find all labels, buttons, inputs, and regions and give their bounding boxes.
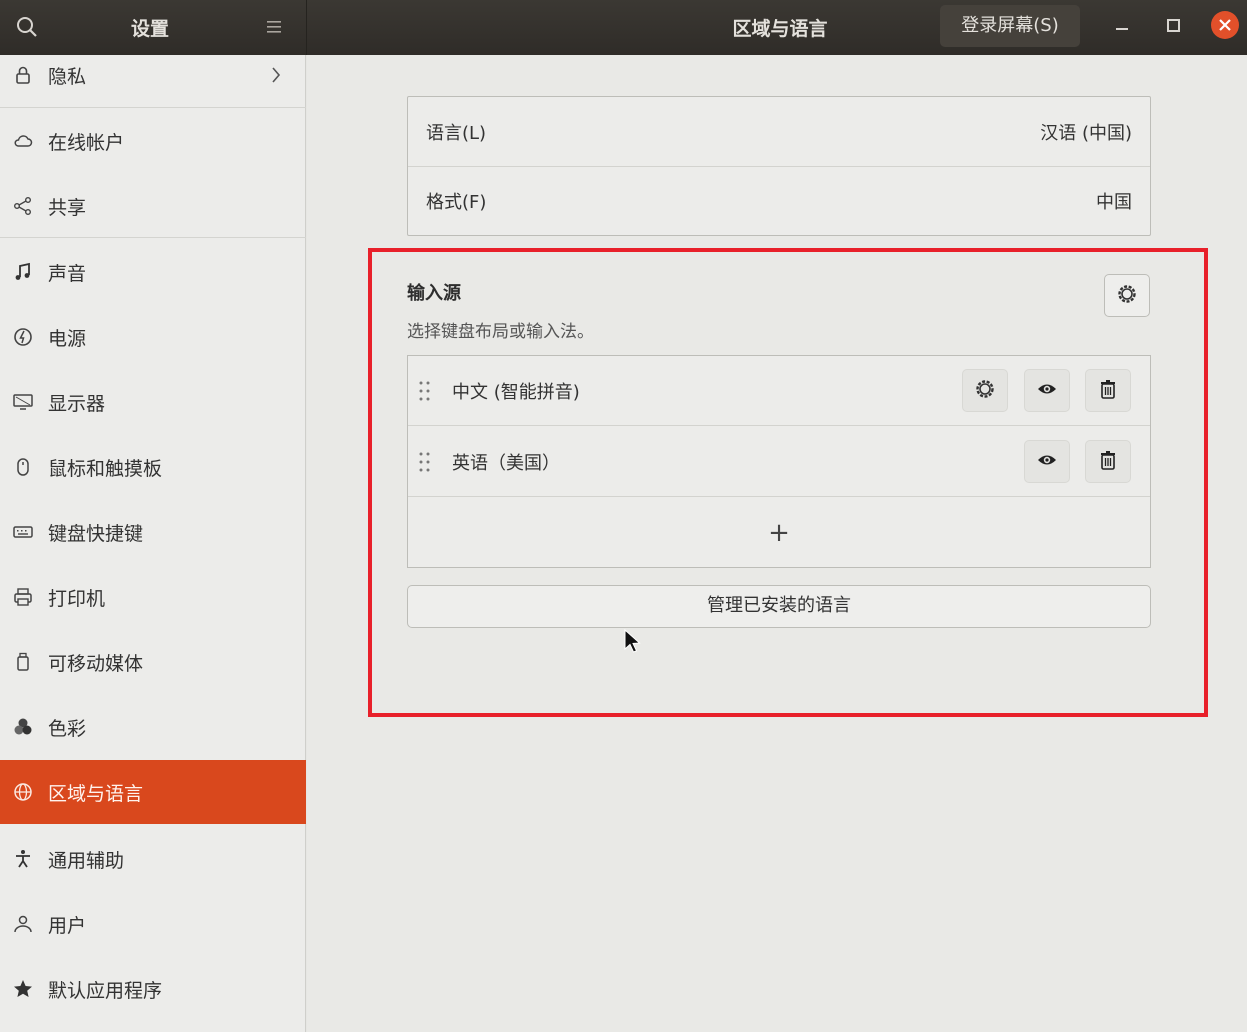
power-icon: [11, 325, 35, 349]
color-icon: [11, 715, 35, 739]
keyboard-icon: [11, 520, 35, 544]
sidebar-item-label: 可移动媒体: [48, 652, 144, 675]
sidebar-item-label: 显示器: [48, 392, 106, 415]
settings-title: 设置: [130, 18, 169, 40]
printer-icon: [11, 585, 35, 609]
trash-icon: [1097, 449, 1119, 475]
sidebar-item-online-accounts[interactable]: 在线帐户: [0, 109, 306, 173]
monitor-icon: [11, 390, 35, 414]
cloud-icon: [11, 129, 35, 153]
sidebar-item-label: 色彩: [48, 717, 87, 740]
input-source-preview-button[interactable]: [1024, 440, 1070, 483]
sidebar-item-sound[interactable]: 声音: [0, 240, 306, 304]
sidebar-item-accessibility[interactable]: 通用辅助: [0, 827, 306, 891]
input-source-row[interactable]: 英语（美国）: [408, 427, 1150, 497]
sidebar-item-sharing[interactable]: 共享: [0, 174, 306, 238]
language-format-list: 语言(L) 汉语 (中国) 格式(F) 中国: [407, 96, 1151, 236]
mouse-cursor-icon: [624, 628, 642, 655]
input-sources-title: 输入源: [407, 283, 461, 304]
sidebar-item-label: 用户: [48, 914, 87, 937]
mouse-icon: [11, 455, 35, 479]
sidebar-separator: [0, 107, 306, 108]
sidebar-item-color[interactable]: 色彩: [0, 695, 306, 759]
input-source-label: 中文 (智能拼音): [452, 382, 580, 403]
input-sources-subtitle: 选择键盘布局或输入法。: [407, 322, 594, 342]
trash-icon: [1097, 378, 1119, 404]
star-icon: [11, 977, 35, 1001]
format-value: 中国: [1096, 192, 1132, 213]
music-note-icon: [11, 260, 35, 284]
login-screen-button[interactable]: 登录屏幕(S): [940, 5, 1080, 47]
input-sources-list: 中文 (智能拼音) 英语（美国） +: [407, 355, 1151, 568]
sidebar-item-power[interactable]: 电源: [0, 305, 306, 369]
search-icon[interactable]: [14, 14, 40, 40]
main-panel: 语言(L) 汉语 (中国) 格式(F) 中国 输入源 选择键盘布局或输入法。 中…: [307, 55, 1247, 1032]
page-title: 区域与语言: [732, 18, 828, 40]
gear-icon: [974, 378, 996, 404]
sidebar-item-displays[interactable]: 显示器: [0, 370, 306, 434]
sidebar-separator: [0, 237, 306, 238]
sidebar-item-printers[interactable]: 打印机: [0, 565, 306, 629]
sidebar-item-region-language[interactable]: 区域与语言: [0, 760, 306, 824]
manage-installed-languages-button[interactable]: 管理已安装的语言: [407, 585, 1151, 628]
input-source-label: 英语（美国）: [452, 453, 560, 474]
gear-icon: [1116, 283, 1138, 309]
accessibility-icon: [11, 847, 35, 871]
sidebar-item-label: 默认应用程序: [48, 979, 163, 1002]
sidebar-item-label: 电源: [48, 327, 87, 350]
sidebar-item-label: 区域与语言: [48, 782, 144, 805]
language-value: 汉语 (中国): [1040, 122, 1132, 144]
sidebar-item-label: 声音: [48, 262, 87, 285]
sidebar-item-removable-media[interactable]: 可移动媒体: [0, 630, 306, 694]
input-source-remove-button[interactable]: [1085, 440, 1131, 483]
chevron-right-icon: [268, 65, 284, 85]
input-source-row[interactable]: 中文 (智能拼音): [408, 356, 1150, 426]
sidebar-item-label: 打印机: [48, 587, 106, 610]
drag-handle-icon[interactable]: [418, 451, 432, 473]
sidebar-item-keyboard-shortcuts[interactable]: 键盘快捷键: [0, 500, 306, 564]
input-source-settings-button[interactable]: [962, 369, 1008, 412]
sidebar-item-label: 鼠标和触摸板: [48, 457, 163, 480]
language-label: 语言(L): [426, 122, 487, 144]
language-row[interactable]: 语言(L) 汉语 (中国): [408, 97, 1150, 166]
usb-drive-icon: [11, 650, 35, 674]
sidebar-item-label: 在线帐户: [48, 131, 125, 154]
globe-icon: [11, 780, 35, 804]
input-source-preview-button[interactable]: [1024, 369, 1070, 412]
minimize-icon[interactable]: [1110, 14, 1134, 38]
sidebar: 隐私 在线帐户 共享 声音 电源 显示器 鼠标和触摸板 键盘快捷键 打印机 可移…: [0, 55, 306, 1032]
close-icon[interactable]: [1211, 11, 1239, 39]
user-icon: [11, 912, 35, 936]
format-row[interactable]: 格式(F) 中国: [408, 166, 1150, 235]
input-source-remove-button[interactable]: [1085, 369, 1131, 412]
lock-icon: [11, 63, 35, 87]
input-sources-options-button[interactable]: [1104, 274, 1150, 317]
sidebar-item-label: 隐私: [48, 65, 87, 88]
sidebar-item-label: 通用辅助: [48, 849, 125, 872]
eye-icon: [1036, 378, 1058, 404]
eye-icon: [1036, 449, 1058, 475]
drag-handle-icon[interactable]: [418, 380, 432, 402]
sidebar-item-label: 键盘快捷键: [48, 522, 144, 545]
sidebar-item-mouse-touchpad[interactable]: 鼠标和触摸板: [0, 435, 306, 499]
sidebar-item-label: 共享: [48, 196, 87, 219]
share-icon: [11, 194, 35, 218]
maximize-icon[interactable]: [1162, 14, 1186, 38]
format-label: 格式(F): [426, 192, 487, 213]
sidebar-item-default-applications[interactable]: 默认应用程序: [0, 957, 306, 1021]
sidebar-item-privacy[interactable]: 隐私: [0, 43, 306, 107]
hamburger-menu-icon[interactable]: [262, 16, 286, 38]
header-divider: [306, 0, 307, 55]
sidebar-item-users[interactable]: 用户: [0, 892, 306, 956]
add-input-source-button[interactable]: +: [408, 498, 1150, 568]
